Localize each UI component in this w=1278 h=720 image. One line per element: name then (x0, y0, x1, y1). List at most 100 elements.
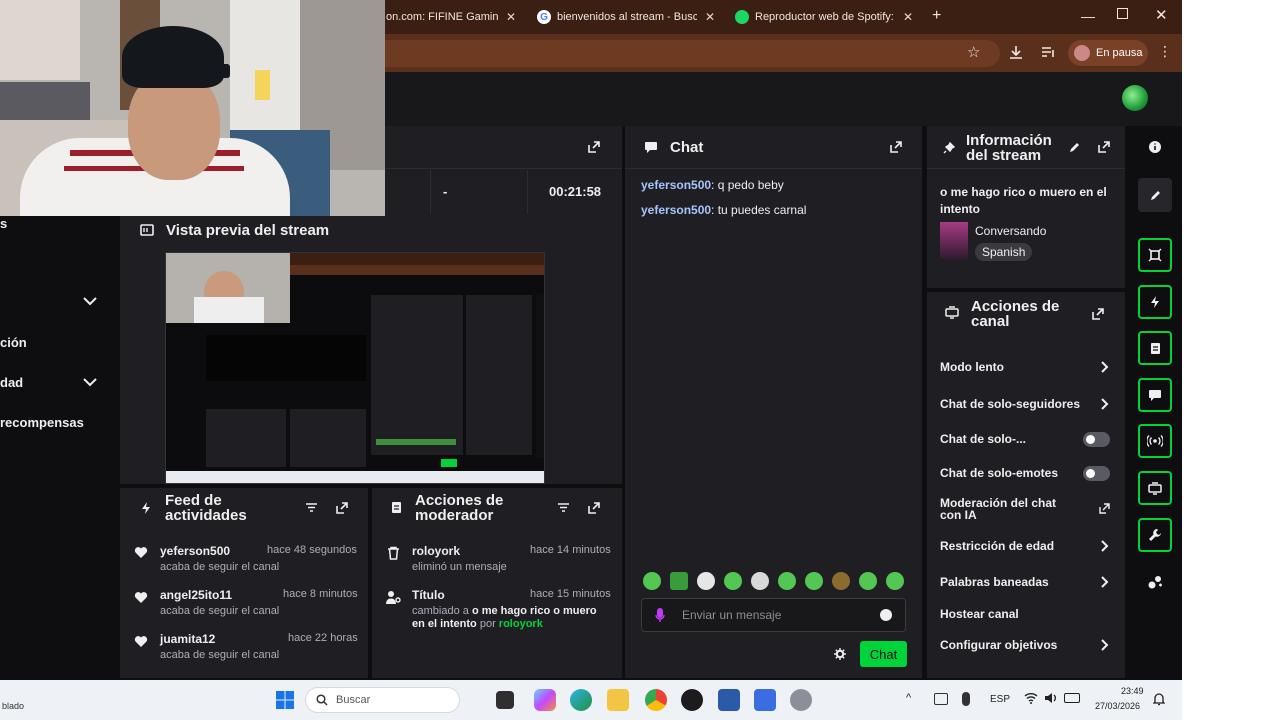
emote-icon[interactable] (778, 572, 796, 590)
tray-icon[interactable] (934, 693, 948, 705)
battery-icon[interactable] (1064, 693, 1080, 703)
chevron-right-icon[interactable] (1098, 361, 1110, 373)
browser-menu-icon[interactable]: ⋮ (1158, 43, 1172, 60)
emote-icon[interactable] (886, 572, 904, 590)
copilot-icon[interactable] (534, 689, 556, 711)
app-icon[interactable] (754, 689, 776, 711)
chevron-down-icon[interactable] (83, 377, 97, 387)
emote-icon[interactable] (805, 572, 823, 590)
popout-icon[interactable] (587, 501, 601, 515)
obs-icon[interactable] (681, 689, 703, 711)
popout-icon[interactable] (335, 501, 349, 515)
bolt-action-button[interactable] (1138, 285, 1172, 319)
action-ai-moderation[interactable]: Moderación del chat con IA (940, 497, 1075, 521)
info-icon[interactable] (1148, 140, 1162, 154)
desc-user[interactable]: roloyork (499, 618, 543, 630)
tab-close-icon[interactable]: ✕ (506, 10, 516, 24)
download-icon[interactable] (1008, 44, 1024, 60)
edge-icon[interactable] (570, 689, 592, 711)
browser-tab-3[interactable]: Reproductor web de Spotify: m ✕ (735, 6, 920, 28)
feed-user[interactable]: angel25ito11 (160, 588, 232, 602)
tab-close-icon[interactable]: ✕ (705, 10, 715, 24)
category-box-art[interactable] (940, 222, 968, 260)
chevron-right-icon[interactable] (1098, 576, 1110, 588)
language-tag[interactable]: Spanish (975, 243, 1033, 261)
media-control-icon[interactable] (1040, 44, 1056, 60)
wifi-icon[interactable] (1024, 692, 1038, 704)
emotes-only-toggle[interactable] (1083, 466, 1110, 481)
chat-username[interactable]: yeferson500 (641, 203, 711, 217)
subs-only-toggle[interactable] (1083, 432, 1110, 447)
volume-icon[interactable] (1044, 692, 1058, 704)
chat-input[interactable]: Enviar un mensaje (641, 598, 906, 632)
feed-user[interactable]: yeferson500 (160, 544, 230, 558)
chevron-right-icon[interactable] (1098, 398, 1110, 410)
stream-category[interactable]: Conversando (975, 224, 1046, 238)
taskbar-search[interactable]: Buscar (305, 687, 460, 713)
emote-icon[interactable] (697, 572, 715, 590)
action-banned-words[interactable]: Palabras baneadas (940, 575, 1049, 589)
browser-tab-2[interactable]: G bienvenidos al stream - Buscar ✕ (537, 6, 722, 28)
chat-action-button[interactable] (1138, 378, 1172, 412)
clip-button[interactable] (1138, 238, 1172, 272)
chevron-up-icon[interactable]: ^ (906, 692, 911, 704)
new-tab-button[interactable]: + (932, 7, 941, 25)
action-slow-mode[interactable]: Modo lento (940, 360, 1004, 374)
action-subs-only[interactable]: Chat de solo-... (940, 432, 1026, 446)
filter-icon[interactable] (557, 502, 570, 513)
action-configure-goals[interactable]: Configurar objetivos (940, 638, 1057, 652)
chat-username[interactable]: yeferson500 (641, 178, 711, 192)
action-followers-only[interactable]: Chat de solo-seguidores (940, 397, 1080, 411)
minimize-icon[interactable]: — (1081, 8, 1095, 24)
chevron-down-icon[interactable] (83, 296, 97, 306)
microphone-icon[interactable] (655, 607, 665, 623)
chevron-right-icon[interactable] (1098, 639, 1110, 651)
channel-action-button[interactable] (1138, 471, 1172, 505)
send-chat-button[interactable]: Chat (860, 641, 907, 667)
bookmark-star-icon[interactable]: ☆ (967, 43, 980, 61)
sidebar-item-3[interactable]: dad (0, 375, 23, 390)
emote-icon[interactable] (751, 572, 769, 590)
browser-tab-1[interactable]: on.com: FIFINE Gaming P ✕ (386, 6, 521, 28)
chrome-icon[interactable] (645, 689, 667, 711)
gear-icon[interactable] (834, 648, 846, 660)
action-emotes-only[interactable]: Chat de solo-emotes (940, 466, 1058, 480)
popout-icon[interactable] (1097, 140, 1111, 154)
stream-preview-video[interactable] (165, 252, 545, 484)
pencil-icon[interactable] (1068, 141, 1081, 154)
external-link-icon[interactable] (1099, 503, 1110, 514)
feed-user[interactable]: juamita12 (160, 632, 215, 646)
microphone-icon[interactable] (962, 692, 970, 706)
clock-date[interactable]: 27/03/2026 (1095, 701, 1140, 711)
sidebar-item-rewards[interactable]: recompensas (0, 415, 84, 430)
settings-icon[interactable] (790, 689, 812, 711)
sidebar-item-1[interactable]: s (0, 216, 7, 231)
tab-close-icon[interactable]: ✕ (903, 10, 913, 24)
sidebar-item-2[interactable]: ción (0, 335, 27, 350)
file-explorer-icon[interactable] (607, 689, 629, 711)
edit-quick-action-button[interactable] (1138, 178, 1172, 212)
emote-icon[interactable] (670, 572, 688, 590)
wrench-button[interactable] (1138, 518, 1172, 552)
popout-icon[interactable] (587, 140, 601, 154)
filter-icon[interactable] (305, 502, 318, 513)
close-window-icon[interactable]: ✕ (1155, 6, 1168, 24)
app-icon[interactable] (718, 689, 740, 711)
broadcast-button[interactable] (1138, 424, 1172, 458)
maximize-icon[interactable] (1117, 8, 1128, 19)
chevron-right-icon[interactable] (1098, 540, 1110, 552)
language-indicator[interactable]: ESP (990, 694, 1010, 705)
emote-icon[interactable] (643, 572, 661, 590)
emote-icon[interactable] (832, 572, 850, 590)
action-age-restriction[interactable]: Restricción de edad (940, 539, 1054, 553)
emote-icon[interactable] (859, 572, 877, 590)
clock-time[interactable]: 23:49 (1121, 686, 1144, 696)
add-quick-action-icon[interactable] (1147, 574, 1163, 590)
task-view-icon[interactable] (496, 691, 514, 709)
action-host-channel[interactable]: Hostear canal (940, 607, 1019, 621)
user-avatar[interactable] (1122, 85, 1148, 111)
notes-button[interactable] (1138, 331, 1172, 365)
popout-icon[interactable] (889, 140, 903, 154)
notification-bell-icon[interactable] (1153, 692, 1165, 706)
mod-user[interactable]: roloyork (412, 544, 460, 558)
